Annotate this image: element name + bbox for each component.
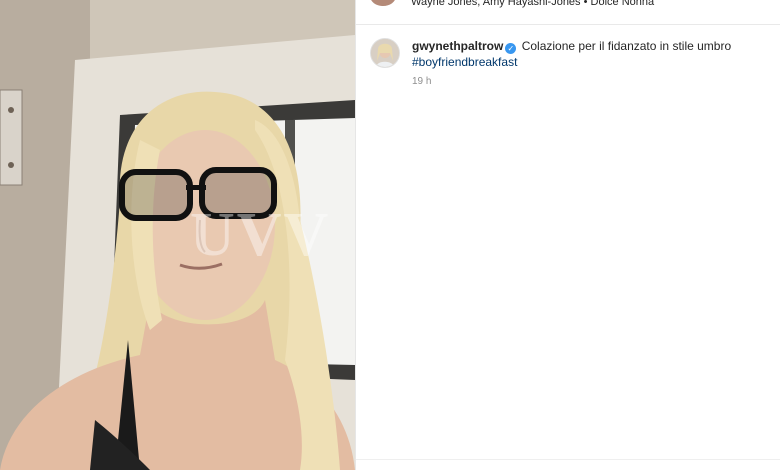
caption: gwynethpaltrow ✓ Colazione per il fidanza… [412,38,762,70]
liked-by-text: Wayne Jones, Amy Hayashi-Jones • Dolce N… [411,0,655,8]
post-media[interactable]: UVV [0,0,355,470]
previous-comment-strip: Wayne Jones, Amy Hayashi-Jones • Dolce N… [356,0,780,25]
avatar[interactable] [370,38,400,68]
hashtag-link[interactable]: #boyfriendbreakfast [412,54,762,70]
divider [356,459,780,460]
post-details-panel: Wayne Jones, Amy Hayashi-Jones • Dolce N… [355,0,780,470]
post-timestamp[interactable]: 19 h [412,76,431,87]
username-link[interactable]: gwynethpaltrow [412,39,503,53]
profile-photo-icon [371,39,399,67]
avatar[interactable] [370,0,396,6]
caption-text: Colazione per il fidanzato in stile umbr… [521,39,732,53]
media-watermark: UVV [190,201,331,269]
verified-badge-icon: ✓ [505,43,517,54]
